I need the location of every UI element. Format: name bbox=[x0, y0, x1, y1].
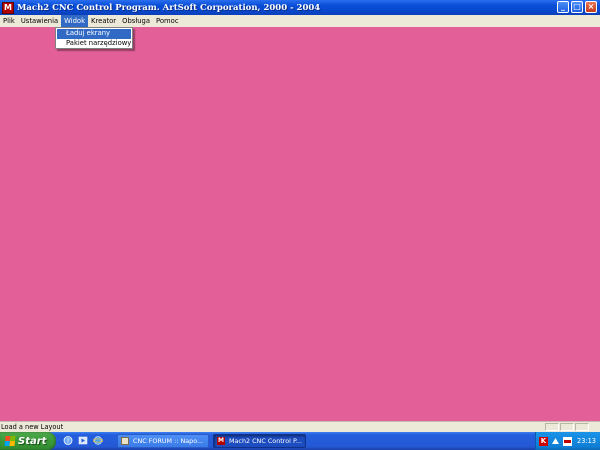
window-title: Mach2 CNC Control Program. ArtSoft Corpo… bbox=[17, 2, 321, 13]
k-tray-icon[interactable]: K bbox=[539, 436, 548, 446]
menu-item-pakiet-narzedziowy[interactable]: Pakiet narzędziowy bbox=[57, 39, 131, 49]
status-text: Load a new Layout bbox=[1, 423, 64, 431]
taskbar-item-mach2[interactable]: M Mach2 CNC Control P... bbox=[213, 434, 306, 448]
title-bar[interactable]: M Mach2 CNC Control Program. ArtSoft Cor… bbox=[0, 0, 600, 15]
window-controls: _ □ × bbox=[557, 1, 597, 13]
resize-grip-icon[interactable] bbox=[590, 423, 600, 432]
mach2-window-icon: M bbox=[217, 437, 225, 445]
windows-logo-icon bbox=[4, 436, 16, 446]
menu-ustawienia[interactable]: Ustawienia bbox=[18, 15, 61, 27]
media-icon[interactable] bbox=[78, 435, 88, 446]
start-label: Start bbox=[18, 435, 47, 447]
menu-bar: Plik Ustawienia Widok Kreator Obsługa Po… bbox=[0, 15, 600, 27]
close-button[interactable]: × bbox=[585, 1, 597, 13]
ati-tray-icon[interactable] bbox=[563, 436, 572, 446]
taskbar-item-cnc-forum[interactable]: CNC FORUM :: Napo... bbox=[117, 434, 209, 448]
menu-pomoc[interactable]: Pomoc bbox=[153, 15, 182, 27]
status-bar: Load a new Layout bbox=[0, 421, 600, 432]
browser-icon[interactable] bbox=[92, 435, 104, 446]
status-panel bbox=[560, 423, 574, 431]
menu-plik[interactable]: Plik bbox=[0, 15, 18, 27]
menu-item-laduj-ekrany[interactable]: Ładuj ekrany bbox=[57, 29, 131, 39]
forum-window-icon bbox=[121, 437, 129, 445]
svg-text:?: ? bbox=[66, 438, 69, 445]
arrow-tray-icon[interactable] bbox=[551, 437, 560, 446]
task-label: CNC FORUM :: Napo... bbox=[133, 437, 204, 445]
widok-dropdown-menu: Ładuj ekrany Pakiet narzędziowy bbox=[55, 27, 133, 49]
menu-obsluga[interactable]: Obsługa bbox=[119, 15, 153, 27]
status-panel bbox=[575, 423, 589, 431]
start-button[interactable]: Start bbox=[0, 432, 56, 450]
menu-widok[interactable]: Widok bbox=[61, 15, 89, 27]
help-icon[interactable]: ? bbox=[63, 435, 73, 446]
taskbar: Start ? CNC FORUM :: Napo... M Mach2 CNC… bbox=[0, 432, 600, 450]
status-panel bbox=[545, 423, 559, 431]
clock[interactable]: 23:13 bbox=[577, 437, 596, 445]
system-tray: K 23:13 bbox=[535, 432, 600, 450]
screen: M Mach2 CNC Control Program. ArtSoft Cor… bbox=[0, 0, 600, 450]
minimize-button[interactable]: _ bbox=[557, 1, 569, 13]
menu-kreator[interactable]: Kreator bbox=[88, 15, 119, 27]
maximize-button[interactable]: □ bbox=[571, 1, 583, 13]
task-label: Mach2 CNC Control P... bbox=[229, 437, 302, 445]
app-icon[interactable]: M bbox=[2, 1, 14, 14]
quick-launch: ? bbox=[63, 435, 104, 446]
